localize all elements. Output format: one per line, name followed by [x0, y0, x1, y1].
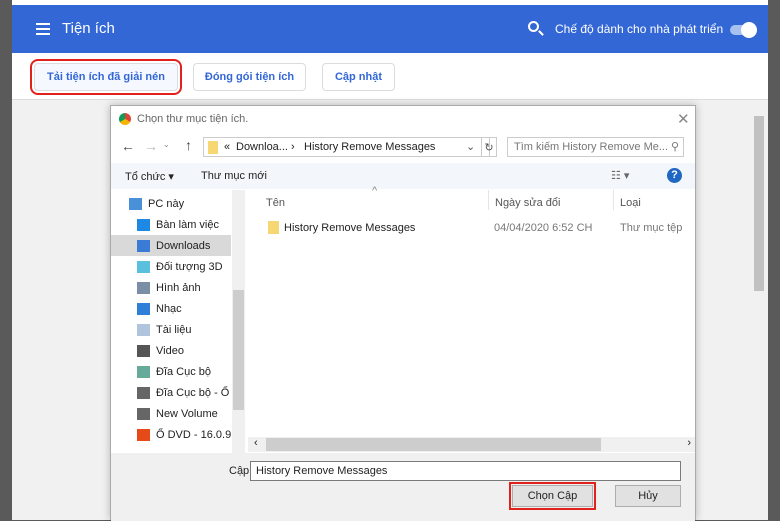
dialog-titlebar: Chọn thư mục tiện ích. ✕	[111, 106, 695, 132]
horizontal-scrollbar[interactable]: ‹ ›	[248, 437, 695, 452]
local-disk-icon	[137, 365, 150, 378]
nav-item-label: Tài liệu	[156, 323, 192, 336]
close-icon[interactable]: ✕	[677, 110, 690, 128]
back-icon[interactable]: ←	[121, 138, 135, 154]
video-icon	[137, 344, 150, 357]
extensions-page: Tiện ích Chế độ dành cho nhà phát triển …	[12, 0, 768, 521]
breadcrumb-current[interactable]: History Remove Messages	[304, 141, 435, 153]
file-date: 04/04/2020 6:52 CH	[494, 222, 593, 234]
navigation-pane: PC này Bàn làm việc Downloads Đối tượng 3D H…	[111, 190, 246, 453]
file-list: Tên ^ Ngày sửa đổi Loại History Remove M…	[248, 185, 695, 453]
refresh-icon[interactable]: ↻	[481, 137, 497, 157]
search-icon: ⚲	[670, 141, 679, 153]
menu-icon[interactable]	[36, 23, 50, 35]
pack-extension-button[interactable]: Đóng gói tiện ích	[193, 63, 306, 91]
nav-item[interactable]: Tài liệu	[111, 319, 231, 340]
nav-item[interactable]: Downloads	[111, 235, 231, 256]
address-row: ← → ⌄ ↑ « Downloa... › History Remove Me…	[111, 134, 695, 162]
nav-item[interactable]: Đĩa Cục bộ - Ổ C	[111, 382, 231, 403]
column-header-name[interactable]: Tên	[266, 197, 285, 209]
nav-item[interactable]: Nhạc	[111, 298, 231, 319]
nav-item-label: Đĩa Cục bộ - Ổ C	[156, 386, 231, 399]
pc-icon	[129, 197, 142, 210]
nav-item[interactable]: PC này	[111, 193, 231, 214]
folder-icon	[268, 221, 279, 234]
cancel-button[interactable]: Hủy	[615, 485, 681, 507]
nav-item-label: Video	[156, 344, 184, 357]
dev-mode-toggle[interactable]	[730, 22, 757, 38]
nav-item-label: Ổ DVD - 16.0.902	[156, 428, 231, 441]
search-icon[interactable]	[528, 21, 544, 36]
documents-icon	[137, 323, 150, 336]
command-bar: Tổ chức ▾ Thư mục mới ☷ ▾ ?	[111, 163, 695, 189]
file-type: Thư mục tệp	[620, 222, 683, 234]
search-input[interactable]: Tìm kiếm History Remove Me... ⚲	[507, 137, 684, 157]
organize-menu[interactable]: Tổ chức ▾	[125, 170, 174, 183]
up-icon[interactable]: ↑	[185, 137, 192, 153]
file-row[interactable]: History Remove Messages 04/04/2020 6:52 C…	[248, 218, 688, 238]
folder-name-input[interactable]: History Remove Messages	[250, 461, 681, 481]
dialog-footer: Cập: History Remove Messages Chọn Cập Hủ…	[111, 453, 695, 521]
forward-icon[interactable]: →	[144, 138, 158, 154]
search-placeholder: Tìm kiếm History Remove Me...	[514, 141, 669, 153]
nav-item[interactable]: Video	[111, 340, 231, 361]
column-header-date[interactable]: Ngày sửa đổi	[488, 190, 566, 210]
select-folder-button[interactable]: Chọn Cập	[509, 482, 596, 510]
nav-item-label: Đĩa Cục bộ	[156, 365, 212, 378]
folder-picker-dialog: Chọn thư mục tiện ích. ✕ ← → ⌄ ↑ « Downl…	[110, 105, 696, 521]
pictures-icon	[137, 281, 150, 294]
nav-item[interactable]: Đĩa Cục bộ	[111, 361, 231, 382]
breadcrumb-parent[interactable]: Downloa...	[236, 141, 288, 153]
folder-label: Cập:	[229, 465, 253, 477]
drive-icon	[137, 386, 150, 399]
downloads-icon	[137, 239, 150, 252]
dev-mode-label: Chế độ dành cho nhà phát triển	[555, 22, 724, 36]
file-name: History Remove Messages	[284, 222, 416, 234]
nav-item-label: Đối tượng 3D	[156, 260, 223, 273]
recent-dropdown-icon[interactable]: ⌄	[163, 140, 170, 149]
nav-item[interactable]: Hình ảnh	[111, 277, 231, 298]
nav-item-label: New Volume	[156, 407, 218, 420]
nav-item-label: Nhạc	[156, 302, 182, 315]
new-folder-button[interactable]: Thư mục mới	[201, 170, 267, 182]
breadcrumb-overflow[interactable]: «	[224, 141, 230, 153]
help-icon[interactable]: ?	[667, 168, 682, 183]
header-bar: Tiện ích Chế độ dành cho nhà phát triển	[12, 5, 768, 53]
drive-icon	[137, 407, 150, 420]
update-button[interactable]: Cập nhật	[322, 63, 395, 91]
nav-item-label: Bàn làm việc	[156, 218, 219, 231]
chrome-icon	[119, 113, 131, 125]
nav-item[interactable]: Bàn làm việc	[111, 214, 231, 235]
nav-scrollbar[interactable]	[232, 190, 245, 453]
nav-item-label: Downloads	[156, 239, 211, 252]
3d-objects-icon	[137, 260, 150, 273]
extensions-toolbar: Tải tiện ích đã giải nén Đóng gói tiện í…	[12, 53, 768, 100]
page-scrollbar[interactable]	[752, 104, 766, 520]
load-unpacked-button[interactable]: Tải tiện ích đã giải nén	[30, 59, 182, 95]
folder-icon	[208, 141, 218, 154]
music-icon	[137, 302, 150, 315]
view-options-icon[interactable]: ☷ ▾	[611, 169, 629, 182]
nav-item[interactable]: Ổ DVD - 16.0.902	[111, 424, 231, 445]
address-dropdown-icon[interactable]: ⌄	[466, 140, 475, 153]
nav-item-label: PC này	[148, 197, 185, 210]
nav-item-label: Hình ảnh	[156, 281, 201, 294]
page-title: Tiện ích	[62, 20, 115, 37]
desktop-icon	[137, 218, 150, 231]
column-header-type[interactable]: Loại	[613, 190, 647, 210]
nav-item[interactable]: Đối tượng 3D	[111, 256, 231, 277]
dialog-title: Chọn thư mục tiện ích.	[137, 113, 249, 125]
nav-item[interactable]: New Volume	[111, 403, 231, 424]
office-dvd-icon	[137, 428, 150, 441]
sort-ascending-icon: ^	[372, 185, 378, 197]
breadcrumb-separator: ›	[291, 141, 295, 153]
address-bar[interactable]: « Downloa... › History Remove Messages ⌄	[203, 137, 490, 157]
